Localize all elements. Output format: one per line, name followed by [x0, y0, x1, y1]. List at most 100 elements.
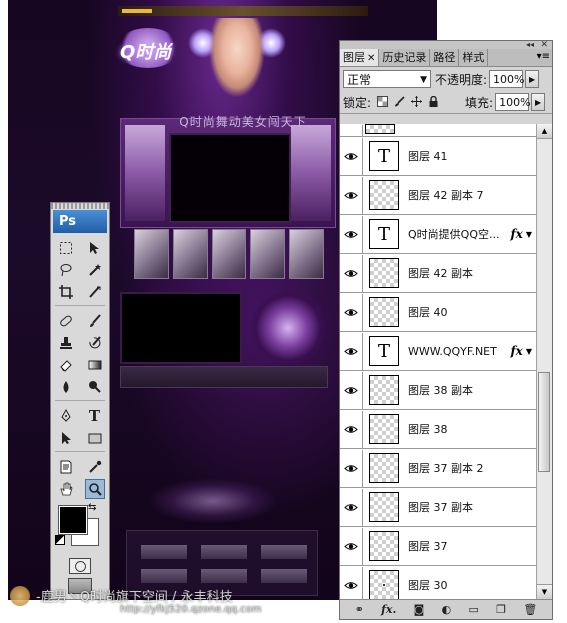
layer-name[interactable]: WWW.QQYF.NET: [408, 345, 511, 358]
magic-wand-tool-icon[interactable]: [85, 260, 105, 280]
layer-row[interactable]: T Q时尚提供QQ空... fx ▼: [340, 215, 536, 254]
layer-name[interactable]: 图层 42 副本: [408, 265, 536, 281]
hand-tool-icon[interactable]: [56, 479, 76, 499]
gradient-tool-icon[interactable]: [85, 355, 105, 375]
default-colors-icon[interactable]: [55, 535, 65, 545]
history-brush-tool-icon[interactable]: [85, 333, 105, 353]
stage-door-left: [125, 125, 165, 221]
eye-visibility-icon[interactable]: [340, 254, 363, 292]
lock-all-icon[interactable]: [427, 95, 439, 108]
layer-name[interactable]: 图层 38 副本: [408, 382, 536, 398]
photoshop-logo[interactable]: Ps: [53, 210, 107, 233]
crop-tool-icon[interactable]: [56, 282, 76, 302]
rectangle-tool-icon[interactable]: [85, 428, 105, 448]
eye-visibility-icon[interactable]: [340, 527, 363, 565]
lock-pixels-icon[interactable]: [393, 96, 405, 108]
close-panel-icon[interactable]: ✕: [540, 41, 548, 50]
tab-layers[interactable]: 图层 ✕: [340, 49, 380, 66]
fill-slider-button[interactable]: ▶: [531, 93, 546, 111]
expand-effects-icon[interactable]: ▼: [526, 347, 532, 356]
layer-name[interactable]: 图层 37 副本: [408, 499, 536, 515]
fill-input[interactable]: 100%: [495, 93, 531, 111]
new-group-icon[interactable]: ▭: [468, 603, 478, 616]
tab-styles[interactable]: 样式: [459, 49, 489, 66]
layer-thumbnail: [369, 492, 399, 522]
layer-row[interactable]: T 图层 41: [340, 137, 536, 176]
eye-visibility-icon[interactable]: [340, 371, 363, 409]
opacity-input[interactable]: 100%: [489, 70, 525, 88]
lock-transparency-icon[interactable]: [376, 96, 388, 108]
eye-visibility-icon[interactable]: [340, 449, 363, 487]
close-tab-icon[interactable]: ✕: [367, 53, 375, 64]
layer-name[interactable]: 图层 37: [408, 538, 536, 554]
collapse-panel-icon[interactable]: ◂◂: [526, 41, 534, 49]
move-tool-icon[interactable]: [85, 238, 105, 258]
tab-paths[interactable]: 路径: [430, 49, 460, 66]
tools-panel-grip[interactable]: [51, 203, 109, 209]
type-tool-icon[interactable]: T: [85, 406, 105, 426]
notes-tool-icon[interactable]: [56, 457, 76, 477]
layer-name[interactable]: 图层 41: [408, 148, 536, 164]
layer-effects-icon[interactable]: fx: [511, 344, 523, 358]
opacity-slider-button[interactable]: ▶: [525, 70, 540, 88]
layer-thumbnail: [369, 453, 399, 483]
layer-row[interactable]: 图层 38 副本: [340, 371, 536, 410]
expand-effects-icon[interactable]: ▼: [526, 230, 532, 239]
healing-brush-tool-icon[interactable]: [56, 311, 76, 331]
layer-thumbnail: [369, 258, 399, 288]
eye-visibility-icon[interactable]: [340, 176, 363, 214]
delete-layer-icon[interactable]: 🗑: [523, 603, 537, 616]
layer-row[interactable]: T WWW.QQYF.NET fx ▼: [340, 332, 536, 371]
layer-row[interactable]: 图层 38: [340, 410, 536, 449]
layer-name[interactable]: 图层 38: [408, 421, 536, 437]
adjustment-layer-icon[interactable]: ◐: [442, 603, 452, 616]
eye-visibility-icon[interactable]: [340, 332, 363, 370]
blur-tool-icon[interactable]: [56, 377, 76, 397]
panel-menu-icon[interactable]: ▾≡: [537, 51, 550, 63]
eye-visibility-icon[interactable]: [340, 215, 363, 253]
eye-visibility-icon[interactable]: [340, 488, 363, 526]
marquee-tool-icon[interactable]: [56, 238, 76, 258]
layer-row[interactable]: 图层 37 副本 2: [340, 449, 536, 488]
swap-colors-icon[interactable]: ⇆: [88, 502, 96, 513]
brush-tool-icon[interactable]: [85, 311, 105, 331]
layer-row[interactable]: 图层 42 副本 7: [340, 176, 536, 215]
eye-visibility-icon[interactable]: [340, 293, 363, 331]
layer-name[interactable]: Q时尚提供QQ空...: [408, 226, 511, 242]
scroll-up-icon[interactable]: ▲: [537, 124, 552, 139]
eye-visibility-icon[interactable]: [340, 124, 363, 136]
layers-scrollbar[interactable]: ▲ ▼: [536, 124, 552, 599]
pen-tool-icon[interactable]: [56, 406, 76, 426]
layer-row[interactable]: 图层 37 副本: [340, 488, 536, 527]
layer-row[interactable]: 图层 42 副本: [340, 254, 536, 293]
eye-visibility-icon[interactable]: [340, 410, 363, 448]
dodge-tool-icon[interactable]: [85, 377, 105, 397]
eyedropper-tool-icon[interactable]: [85, 457, 105, 477]
stage-screen: [169, 133, 291, 223]
foreground-color-swatch[interactable]: [58, 505, 88, 535]
layer-row[interactable]: 图层 40: [340, 293, 536, 332]
layer-name[interactable]: 图层 37 副本 2: [408, 460, 536, 476]
blend-mode-select[interactable]: 正常 ▼: [343, 70, 431, 88]
lock-position-icon[interactable]: [410, 96, 422, 108]
scrollbar-thumb[interactable]: [538, 372, 550, 472]
layer-effects-icon[interactable]: fx: [511, 227, 523, 241]
new-layer-icon[interactable]: ❐: [496, 603, 506, 616]
quick-mask-icon[interactable]: [69, 558, 91, 574]
layer-row-partial[interactable]: [340, 124, 536, 137]
layers-panel-grip[interactable]: ◂◂ ✕: [340, 41, 552, 50]
zoom-tool-icon[interactable]: [84, 479, 105, 499]
tab-history[interactable]: 历史记录: [379, 49, 431, 66]
eraser-tool-icon[interactable]: [56, 355, 76, 375]
lasso-tool-icon[interactable]: [56, 260, 76, 280]
layer-row[interactable]: 图层 37: [340, 527, 536, 566]
slice-tool-icon[interactable]: [85, 282, 105, 302]
thumbnail-1: [134, 229, 169, 279]
layer-name[interactable]: 图层 40: [408, 304, 536, 320]
glowing-orb: [248, 292, 328, 364]
eye-visibility-icon[interactable]: [340, 137, 363, 175]
scroll-down-icon[interactable]: ▼: [537, 584, 552, 599]
path-selection-tool-icon[interactable]: [56, 428, 76, 448]
layer-name[interactable]: 图层 42 副本 7: [408, 187, 536, 203]
clone-stamp-tool-icon[interactable]: [56, 333, 76, 353]
